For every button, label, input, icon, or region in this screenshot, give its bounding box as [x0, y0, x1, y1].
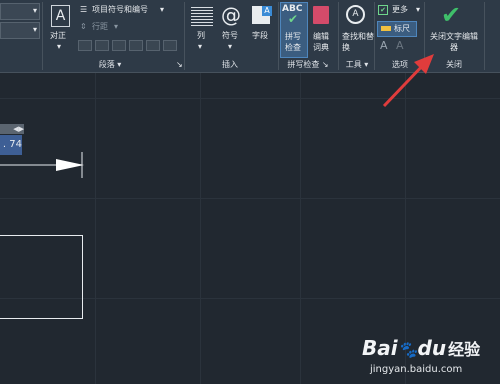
find-icon: A: [346, 5, 365, 24]
insert-group-label: 插入: [222, 60, 238, 69]
align-justify-button[interactable]: [129, 40, 143, 51]
column-icon: [191, 7, 213, 27]
chevron-down-icon: ▾: [114, 22, 119, 31]
dialog-launcher-icon[interactable]: ↘: [176, 60, 183, 70]
spell-check-label: 拼写检查: [285, 32, 301, 52]
baidu-logo: Bai🐾du 经验: [362, 336, 481, 360]
bullet-list-icon: ☰: [80, 5, 88, 14]
edit-dictionary-label: 编辑词典: [313, 32, 329, 52]
line-spacing-icon: ⇕: [80, 22, 87, 31]
column-label: 列: [197, 31, 205, 40]
justify-label: 对正: [50, 31, 66, 40]
align-center-button[interactable]: [95, 40, 109, 51]
ruler-button[interactable]: 标尺: [377, 21, 417, 37]
edit-dictionary-button[interactable]: 编辑词典: [309, 3, 335, 55]
align-distribute-button[interactable]: [146, 40, 160, 51]
line-spacing-label: 行距: [92, 22, 108, 31]
symbol-label: 符号: [222, 31, 238, 40]
close-text-editor-button[interactable]: ✔ 关闭文字编辑器: [426, 1, 482, 57]
paragraph-group-label[interactable]: 段落 ▾: [90, 59, 130, 71]
close-editor-label: 关闭文字编辑器: [430, 32, 478, 52]
tools-group-label[interactable]: 工具 ▾: [340, 59, 374, 71]
chevron-down-icon: ▾: [32, 6, 37, 15]
align-buttons: [78, 40, 184, 53]
chevron-down-icon: ▾: [160, 5, 165, 14]
ruler-icon: [381, 26, 391, 31]
field-label: 字段: [252, 31, 268, 40]
check-icon: ✔: [288, 12, 299, 26]
redo-icon[interactable]: A: [396, 39, 404, 52]
line-spacing-button[interactable]: ⇕ 行距 ▾: [80, 21, 130, 33]
dimension-arrow: [0, 152, 84, 178]
field-icon: A: [252, 6, 272, 24]
ruler-handle[interactable]: ◀▶: [0, 124, 24, 134]
bullets-numbering-button[interactable]: ☰ 项目符号和编号 ▾: [80, 4, 172, 16]
baidu-watermark: Bai🐾du 经验 jingyan.baidu.com: [358, 336, 500, 382]
chevron-down-icon: ▾: [57, 42, 62, 51]
chevron-down-icon: ▾: [198, 42, 203, 51]
watermark-url: jingyan.baidu.com: [370, 364, 463, 375]
text-frame[interactable]: [0, 235, 83, 319]
close-group-label: 关闭: [446, 60, 462, 69]
chevron-down-icon: ▾: [416, 5, 421, 14]
symbol-button[interactable]: @ 符号 ▾: [218, 3, 244, 55]
chevron-down-icon: ▾: [32, 25, 37, 34]
font-size-dropdown[interactable]: ▾: [0, 22, 40, 39]
find-replace-button[interactable]: A 查找和替换: [340, 3, 374, 55]
at-symbol-icon: @: [221, 3, 241, 27]
justify-icon: A: [51, 5, 70, 27]
more-button[interactable]: ✔ 更多 ▾: [378, 4, 424, 16]
checkmark-icon: ✔: [441, 1, 462, 29]
justify-button[interactable]: A 对正 ▾: [46, 3, 74, 55]
font-style-dropdown[interactable]: ▾: [0, 3, 40, 20]
find-replace-label: 查找和替换: [342, 32, 374, 52]
field-button[interactable]: A 字段: [248, 3, 276, 55]
align-extra-button[interactable]: [163, 40, 177, 51]
ruler-value: . 74: [2, 139, 22, 150]
checkbox-icon: ✔: [378, 5, 388, 15]
undo-icon[interactable]: A: [380, 39, 388, 52]
align-left-button[interactable]: [78, 40, 92, 51]
bullets-label: 项目符号和编号: [92, 5, 148, 14]
align-right-button[interactable]: [112, 40, 126, 51]
paw-icon: 🐾: [397, 340, 418, 359]
spell-check-button[interactable]: ABC ✔ 拼写检查: [280, 2, 308, 58]
spell-group-label[interactable]: 拼写检查 ↘: [280, 59, 336, 71]
ruler-arrows-icon: ◀▶: [13, 125, 24, 133]
annotation-arrow: [382, 54, 434, 108]
more-label: 更多: [392, 5, 408, 14]
chevron-down-icon: ▾: [228, 42, 233, 51]
dictionary-icon: [313, 6, 329, 24]
column-button[interactable]: 列 ▾: [187, 3, 215, 55]
ruler-label: 标尺: [394, 24, 410, 33]
